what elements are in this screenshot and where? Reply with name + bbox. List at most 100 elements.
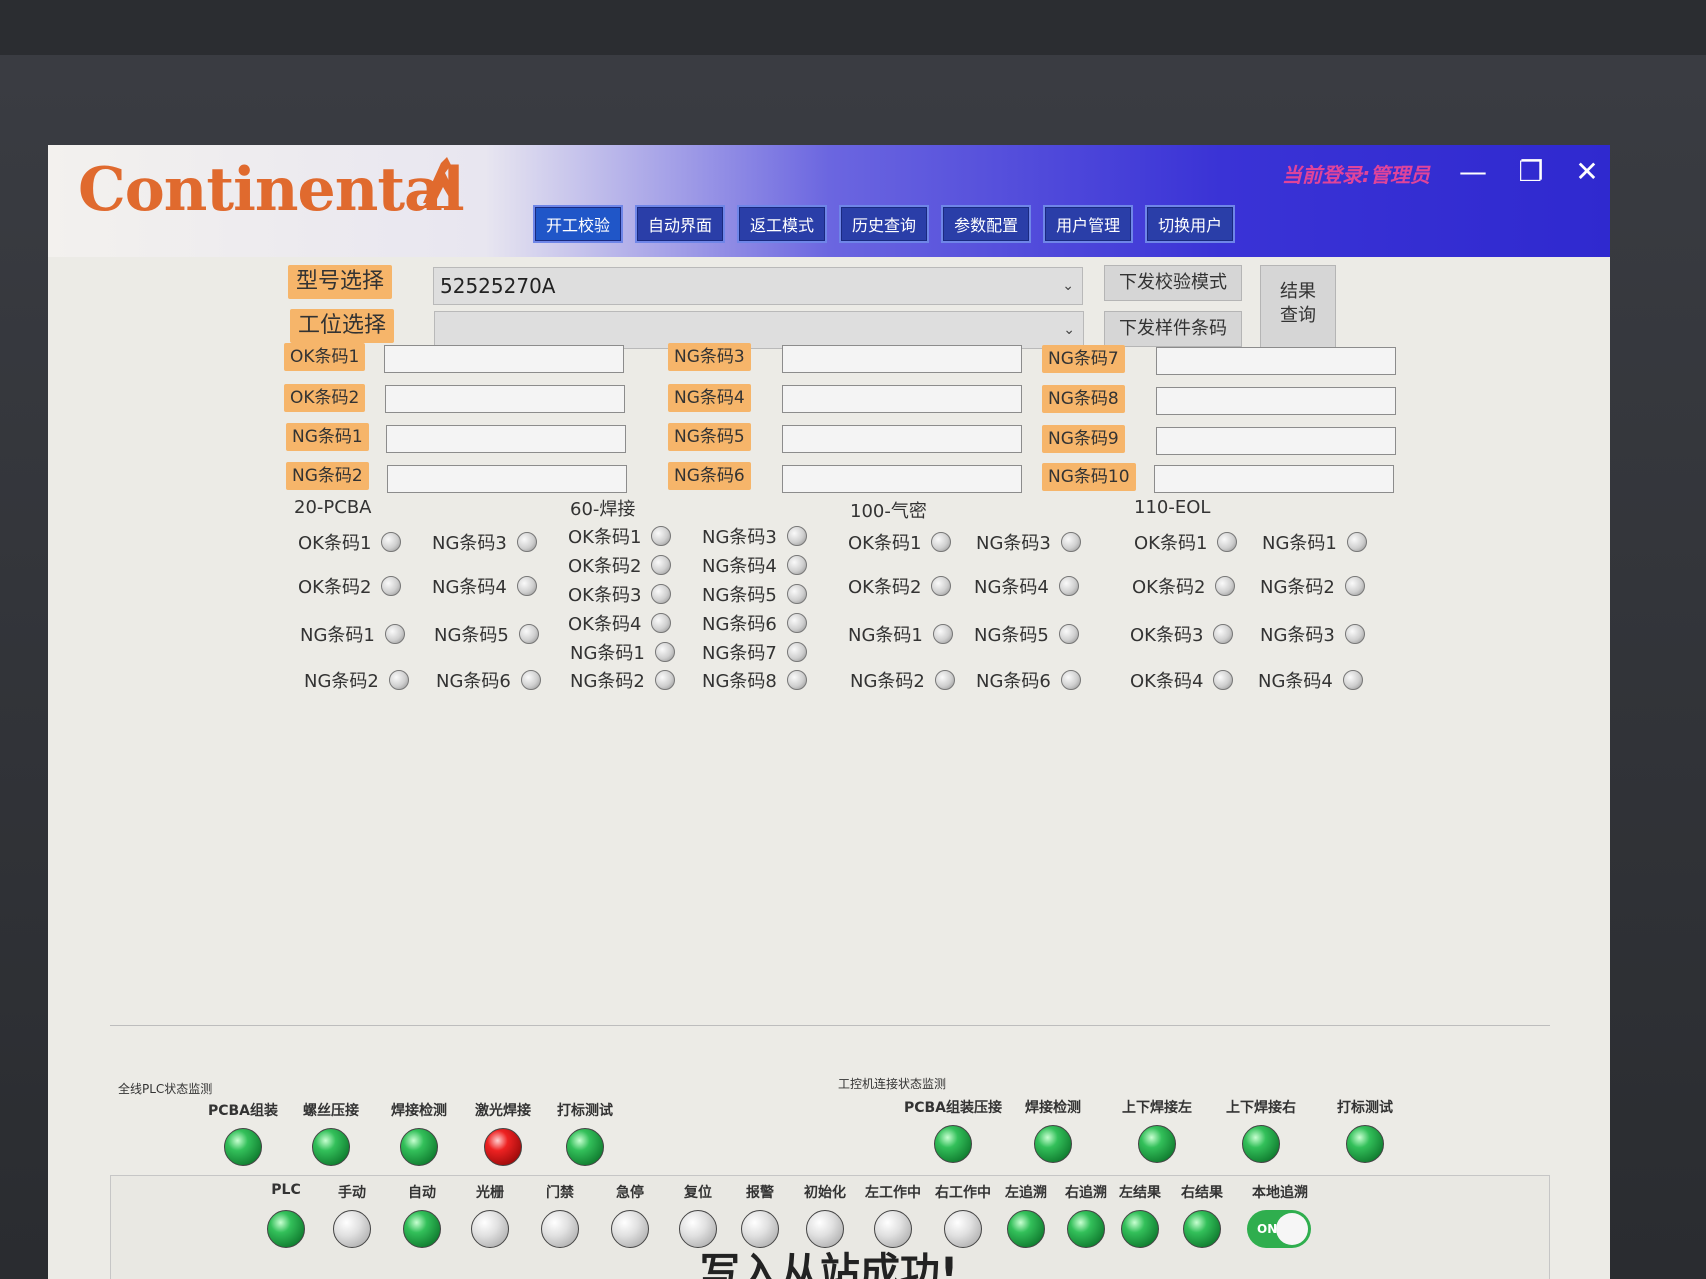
status-led xyxy=(516,576,537,596)
status-led xyxy=(381,532,402,552)
status-led xyxy=(566,1128,604,1166)
status-led xyxy=(520,670,541,690)
monitor-label: PCBA组装 xyxy=(207,1103,279,1119)
indicator-label: NG条码1 xyxy=(848,625,923,646)
station-select[interactable]: ⌄ xyxy=(434,311,1084,349)
barcode-input[interactable] xyxy=(782,425,1022,453)
status-led xyxy=(786,670,807,690)
barcode-input[interactable] xyxy=(782,345,1022,373)
barcode-label: NG条码3 xyxy=(668,343,751,371)
app-window: Continental 当前登录:管理员 — ❐ ✕ 开工校验 自动界面 返工模… xyxy=(48,145,1610,1279)
station-indicator: NG条码5 xyxy=(434,621,539,647)
indicator-label: OK条码1 xyxy=(298,533,372,554)
status-led xyxy=(931,532,952,552)
barcode-label: NG条码5 xyxy=(668,423,751,451)
status-led xyxy=(651,555,672,575)
indicator-label: NG条码1 xyxy=(1262,533,1337,554)
station-indicator: OK条码3 xyxy=(568,581,672,607)
indicator-label: NG条码5 xyxy=(434,625,509,646)
status-led xyxy=(1213,624,1234,644)
nav-params[interactable]: 参数配置 xyxy=(941,205,1032,243)
barcode-input[interactable] xyxy=(1156,427,1396,455)
nav-auto[interactable]: 自动界面 xyxy=(635,205,726,243)
ipc-monitor-item: 上下焊接右 xyxy=(1216,1097,1306,1163)
station-indicator: OK条码2 xyxy=(568,552,672,578)
status-led xyxy=(786,555,807,575)
indicator-label: NG条码1 xyxy=(300,625,375,646)
result-query-button[interactable]: 结果 查询 xyxy=(1260,265,1336,349)
ipc-monitor-item: 打标测试 xyxy=(1320,1097,1410,1163)
station-indicator: NG条码2 xyxy=(304,667,409,693)
station-indicator: OK条码4 xyxy=(568,610,672,636)
status-item: 手动 xyxy=(317,1182,387,1248)
station-title: 100-气密 xyxy=(850,501,927,522)
station-indicator: OK条码4 xyxy=(1130,667,1234,693)
model-select[interactable]: 52525270A ⌄ xyxy=(433,267,1083,305)
station-indicator: NG条码2 xyxy=(850,667,955,693)
status-item: 右结果 xyxy=(1167,1182,1237,1248)
barcode-input[interactable] xyxy=(782,465,1022,493)
ipc-monitor-item: 上下焊接左 xyxy=(1112,1097,1202,1163)
status-led xyxy=(518,624,539,644)
indicator-label: NG条码2 xyxy=(570,671,645,692)
indicator-label: OK条码2 xyxy=(848,577,922,598)
close-icon[interactable]: ✕ xyxy=(1570,155,1604,189)
barcode-label: NG条码1 xyxy=(286,423,369,451)
barcode-label: NG条码9 xyxy=(1042,425,1125,453)
station-indicator: OK条码1 xyxy=(298,529,402,555)
status-led xyxy=(651,584,672,604)
status-led xyxy=(654,642,675,662)
status-led xyxy=(384,624,405,644)
nav-start-verify[interactable]: 开工校验 xyxy=(533,205,624,243)
barcode-input[interactable] xyxy=(782,385,1022,413)
status-led xyxy=(1213,670,1234,690)
barcode-input[interactable] xyxy=(387,465,627,493)
barcode-input[interactable] xyxy=(1156,387,1396,415)
barcode-input[interactable] xyxy=(385,385,625,413)
station-indicator: NG条码3 xyxy=(1260,621,1365,647)
nav-rework[interactable]: 返工模式 xyxy=(737,205,828,243)
station-indicator: NG条码5 xyxy=(974,621,1079,647)
status-label: 左工作中 xyxy=(865,1185,921,1201)
status-led xyxy=(516,532,537,552)
indicator-label: OK条码4 xyxy=(1130,671,1204,692)
plc-monitor-title: 全线PLC状态监测 xyxy=(118,1082,213,1096)
send-verify-mode-button[interactable]: 下发校验模式 xyxy=(1104,265,1242,301)
nav-switch-user[interactable]: 切换用户 xyxy=(1145,205,1236,243)
indicator-label: OK条码1 xyxy=(848,533,922,554)
barcode-input[interactable] xyxy=(1156,347,1396,375)
ipc-monitor-item: PCBA组装压接 xyxy=(898,1097,1008,1163)
barcode-input[interactable] xyxy=(1154,465,1394,493)
status-led xyxy=(651,613,672,633)
chevron-down-icon: ⌄ xyxy=(1063,322,1075,338)
barcode-label: OK条码1 xyxy=(284,343,366,371)
indicator-label: NG条码4 xyxy=(432,577,507,598)
status-led xyxy=(934,670,955,690)
barcode-input[interactable] xyxy=(386,425,626,453)
monitor-label: 激光焊接 xyxy=(475,1103,531,1119)
maximize-icon[interactable]: ❐ xyxy=(1514,155,1548,189)
station-label: 工位选择 xyxy=(290,309,395,343)
station-indicator: NG条码4 xyxy=(1258,667,1363,693)
station-indicator: NG条码6 xyxy=(976,667,1081,693)
ipc-monitor-title: 工控机连接状态监测 xyxy=(838,1077,947,1091)
barcode-label: NG条码4 xyxy=(668,384,751,412)
send-sample-barcode-button[interactable]: 下发样件条码 xyxy=(1104,311,1242,347)
model-label: 型号选择 xyxy=(288,265,393,299)
indicator-label: OK条码3 xyxy=(568,585,642,606)
barcode-label: OK条码2 xyxy=(284,384,366,412)
monitor-label: 焊接检测 xyxy=(1025,1100,1081,1116)
monitor-label: 打标测试 xyxy=(1337,1100,1393,1116)
barcode-input[interactable] xyxy=(384,345,624,373)
toggle-label: 本地追溯 xyxy=(1252,1185,1308,1201)
nav-users[interactable]: 用户管理 xyxy=(1043,205,1134,243)
nav-history[interactable]: 历史查询 xyxy=(839,205,930,243)
status-led xyxy=(786,642,807,662)
station-indicator: OK条码2 xyxy=(298,573,402,599)
indicator-label: NG条码7 xyxy=(702,643,777,664)
chevron-down-icon: ⌄ xyxy=(1062,278,1074,294)
minimize-icon[interactable]: — xyxy=(1456,155,1490,189)
indicator-label: NG条码5 xyxy=(974,625,1049,646)
status-led xyxy=(312,1128,350,1166)
indicator-label: NG条码6 xyxy=(436,671,511,692)
